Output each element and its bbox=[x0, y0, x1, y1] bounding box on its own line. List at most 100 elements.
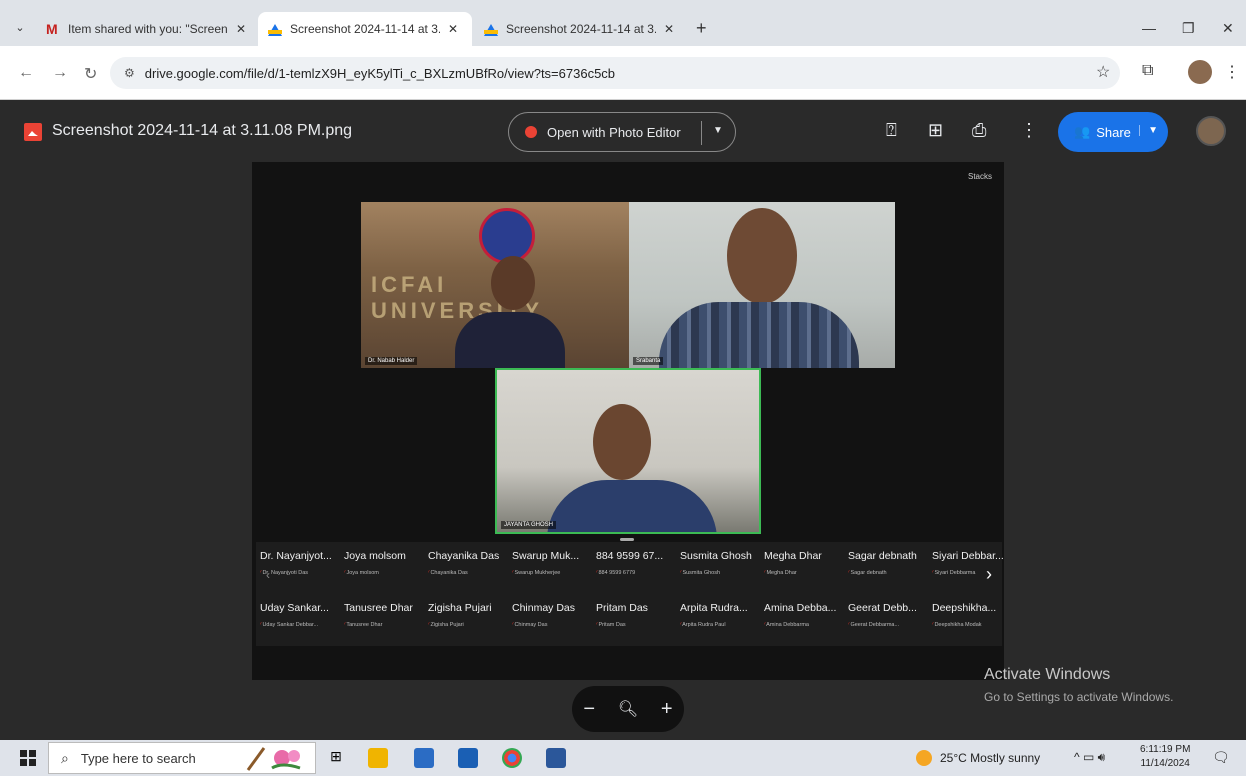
window-close-icon[interactable]: ✕ bbox=[1222, 20, 1234, 37]
close-icon[interactable]: ✕ bbox=[448, 22, 458, 36]
tab-gmail[interactable]: M Item shared with you: "Screens ✕ bbox=[36, 12, 256, 46]
participant-name: Chayanika Das bbox=[428, 550, 500, 562]
account-avatar[interactable] bbox=[1196, 116, 1226, 146]
tab-screenshot-active[interactable]: Screenshot 2024-11-14 at 3.11. ✕ bbox=[258, 12, 472, 46]
weather-widget[interactable]: 25°C Mostly sunny bbox=[916, 750, 1040, 766]
chevron-down-icon[interactable]: ▼ bbox=[1139, 125, 1158, 136]
participant-name: Sagar debnath bbox=[848, 550, 917, 562]
participant-subname: Dr. Nayanjyoti Das bbox=[260, 570, 336, 576]
url-bar[interactable]: ⚙ drive.google.com/file/d/1-temlzX9H_eyK… bbox=[110, 57, 1120, 89]
participant-item: Chayanika Das Chayanika Das bbox=[424, 542, 508, 594]
site-info-icon[interactable]: ⚙ bbox=[124, 66, 135, 80]
participant-item: Megha Dhar Megha Dhar bbox=[760, 542, 844, 594]
minimize-icon[interactable]: — bbox=[1142, 20, 1156, 36]
view-mode-label: Stacks bbox=[967, 172, 992, 181]
participant-subname: Amina Debbarma bbox=[764, 622, 840, 628]
store-icon[interactable] bbox=[414, 748, 434, 768]
notification-icon[interactable]: 🗨 bbox=[1212, 749, 1230, 766]
chevron-down-icon[interactable]: ▼ bbox=[713, 125, 723, 136]
clock[interactable]: 6:11:19 PM 11/14/2024 bbox=[1140, 743, 1190, 771]
search-highlight-icon bbox=[242, 744, 306, 772]
participant-name: 884 9599 67... bbox=[596, 550, 664, 562]
participant-item: Pritam Das Pritam Das bbox=[592, 594, 676, 646]
browser-menu-icon[interactable]: ⋮ bbox=[1224, 62, 1240, 82]
participant-name: Swarup Muk... bbox=[512, 550, 580, 562]
participant-subname: Zigisha Pujari bbox=[428, 622, 504, 628]
participant-name: Geerat Debb... bbox=[848, 602, 917, 614]
participant-item: Chinmay Das Chinmay Das bbox=[508, 594, 592, 646]
zoom-icon[interactable]: 🔍︎ bbox=[618, 699, 638, 719]
close-icon[interactable]: ✕ bbox=[236, 22, 246, 36]
search-icon: ⌕ bbox=[61, 749, 69, 766]
participant-name: Deepshikha... bbox=[932, 602, 997, 614]
participant-subname: Chinmay Das bbox=[512, 622, 588, 628]
new-tab-icon[interactable]: + bbox=[696, 18, 707, 39]
participant-shirt bbox=[659, 302, 859, 368]
print-icon[interactable]: ⎙ bbox=[972, 120, 986, 141]
participant-subname: Megha Dhar bbox=[764, 570, 840, 576]
tab-title: Item shared with you: "Screens bbox=[68, 22, 228, 36]
task-view-icon[interactable]: ⊞ bbox=[326, 748, 346, 768]
file-explorer-icon[interactable] bbox=[368, 748, 388, 768]
chevron-right-icon: › bbox=[986, 564, 992, 584]
profile-avatar-icon[interactable] bbox=[1188, 60, 1212, 84]
chrome-icon[interactable] bbox=[502, 748, 522, 768]
participant-subname: Uday Sankar Debbar... bbox=[260, 622, 336, 628]
video-name-tag: Srabanta bbox=[633, 357, 664, 365]
zoom-in-icon[interactable]: + bbox=[661, 698, 673, 721]
back-icon[interactable]: ← bbox=[18, 64, 34, 82]
mail-icon[interactable] bbox=[458, 748, 478, 768]
participant-subname: Deepshikha Modak bbox=[932, 622, 1008, 628]
system-tray-icons[interactable]: ^ ▭ 🔊︎ bbox=[1074, 750, 1105, 765]
participant-item: Amina Debba... Amina Debbarma bbox=[760, 594, 844, 646]
participant-subname: Geerat Debbarma... bbox=[848, 622, 924, 628]
divider bbox=[701, 121, 702, 145]
image-file-icon bbox=[24, 123, 42, 141]
participant-item: Deepshikha... Deepshikha Modak bbox=[928, 594, 1012, 646]
share-label: Share bbox=[1096, 124, 1131, 140]
search-placeholder: Type here to search bbox=[80, 750, 196, 766]
participant-item: Tanusree Dhar Tanusree Dhar bbox=[340, 594, 424, 646]
windows-start-icon[interactable] bbox=[20, 750, 36, 766]
participant-grid: Dr. Nayanjyot... Dr. Nayanjyoti Das Joya m… bbox=[256, 542, 1012, 646]
participant-suit bbox=[547, 480, 717, 532]
tab-search-menu-icon[interactable]: ⌄ bbox=[10, 18, 30, 38]
close-icon[interactable]: ✕ bbox=[664, 22, 674, 36]
participant-strip: Dr. Nayanjyot... Dr. Nayanjyoti Das Joya m… bbox=[256, 542, 1004, 646]
tab-screenshot-2[interactable]: Screenshot 2024-11-14 at 3.12. ✕ bbox=[474, 12, 688, 46]
word-icon[interactable] bbox=[546, 748, 566, 768]
drive-icon bbox=[268, 22, 282, 36]
bookmark-star-icon[interactable]: ☆ bbox=[1096, 62, 1110, 82]
participant-item: Swarup Muk... Swarup Mukherjee bbox=[508, 542, 592, 594]
participant-name: Tanusree Dhar bbox=[344, 602, 413, 614]
video-name-tag: JAYANTA GHOSH bbox=[501, 521, 557, 529]
gmail-icon: M bbox=[46, 21, 58, 37]
open-with-button[interactable]: Open with Photo Editor ▼ bbox=[508, 112, 736, 152]
tab-title: Screenshot 2024-11-14 at 3.12. bbox=[506, 22, 656, 36]
people-icon: 👥 bbox=[1074, 124, 1091, 139]
viewer-header: Screenshot 2024-11-14 at 3.11.08 PM.png … bbox=[0, 100, 1246, 164]
weather-sun-icon bbox=[916, 750, 932, 766]
zoom-controls: − 🔍︎ + bbox=[572, 686, 684, 732]
add-shortcut-icon[interactable]: ⍰ bbox=[886, 120, 897, 141]
extensions-icon[interactable]: ⧉ bbox=[1142, 62, 1153, 80]
forward-icon[interactable]: → bbox=[52, 64, 68, 82]
zoom-out-icon[interactable]: − bbox=[583, 698, 595, 721]
participant-figure bbox=[593, 404, 651, 480]
restore-icon[interactable]: ❐ bbox=[1182, 20, 1195, 37]
participant-subname: Tanusree Dhar bbox=[344, 622, 420, 628]
participant-item: Geerat Debb... Geerat Debbarma... bbox=[844, 594, 928, 646]
participant-item: Siyari Debbar... Siyari Debbarma bbox=[928, 542, 1012, 594]
weather-text: 25°C Mostly sunny bbox=[940, 751, 1041, 765]
participant-subname: Chayanika Das bbox=[428, 570, 504, 576]
participant-subname: Arpita Rudra Paul bbox=[680, 622, 756, 628]
reload-icon[interactable]: ↻ bbox=[84, 64, 97, 84]
share-button[interactable]: 👥 Share ▼ bbox=[1058, 112, 1168, 152]
open-in-new-window-icon[interactable]: ⊞ bbox=[928, 120, 943, 141]
participant-item: Arpita Rudra... Arpita Rudra Paul bbox=[676, 594, 760, 646]
participant-figure bbox=[453, 252, 565, 368]
more-options-icon[interactable]: ⋮ bbox=[1020, 120, 1038, 141]
address-toolbar: ← → ↻ ⚙ drive.google.com/file/d/1-temlzX… bbox=[0, 46, 1246, 100]
photo-editor-icon bbox=[525, 126, 537, 138]
active-speaker-video-tile: JAYANTA GHOSH bbox=[495, 368, 761, 534]
